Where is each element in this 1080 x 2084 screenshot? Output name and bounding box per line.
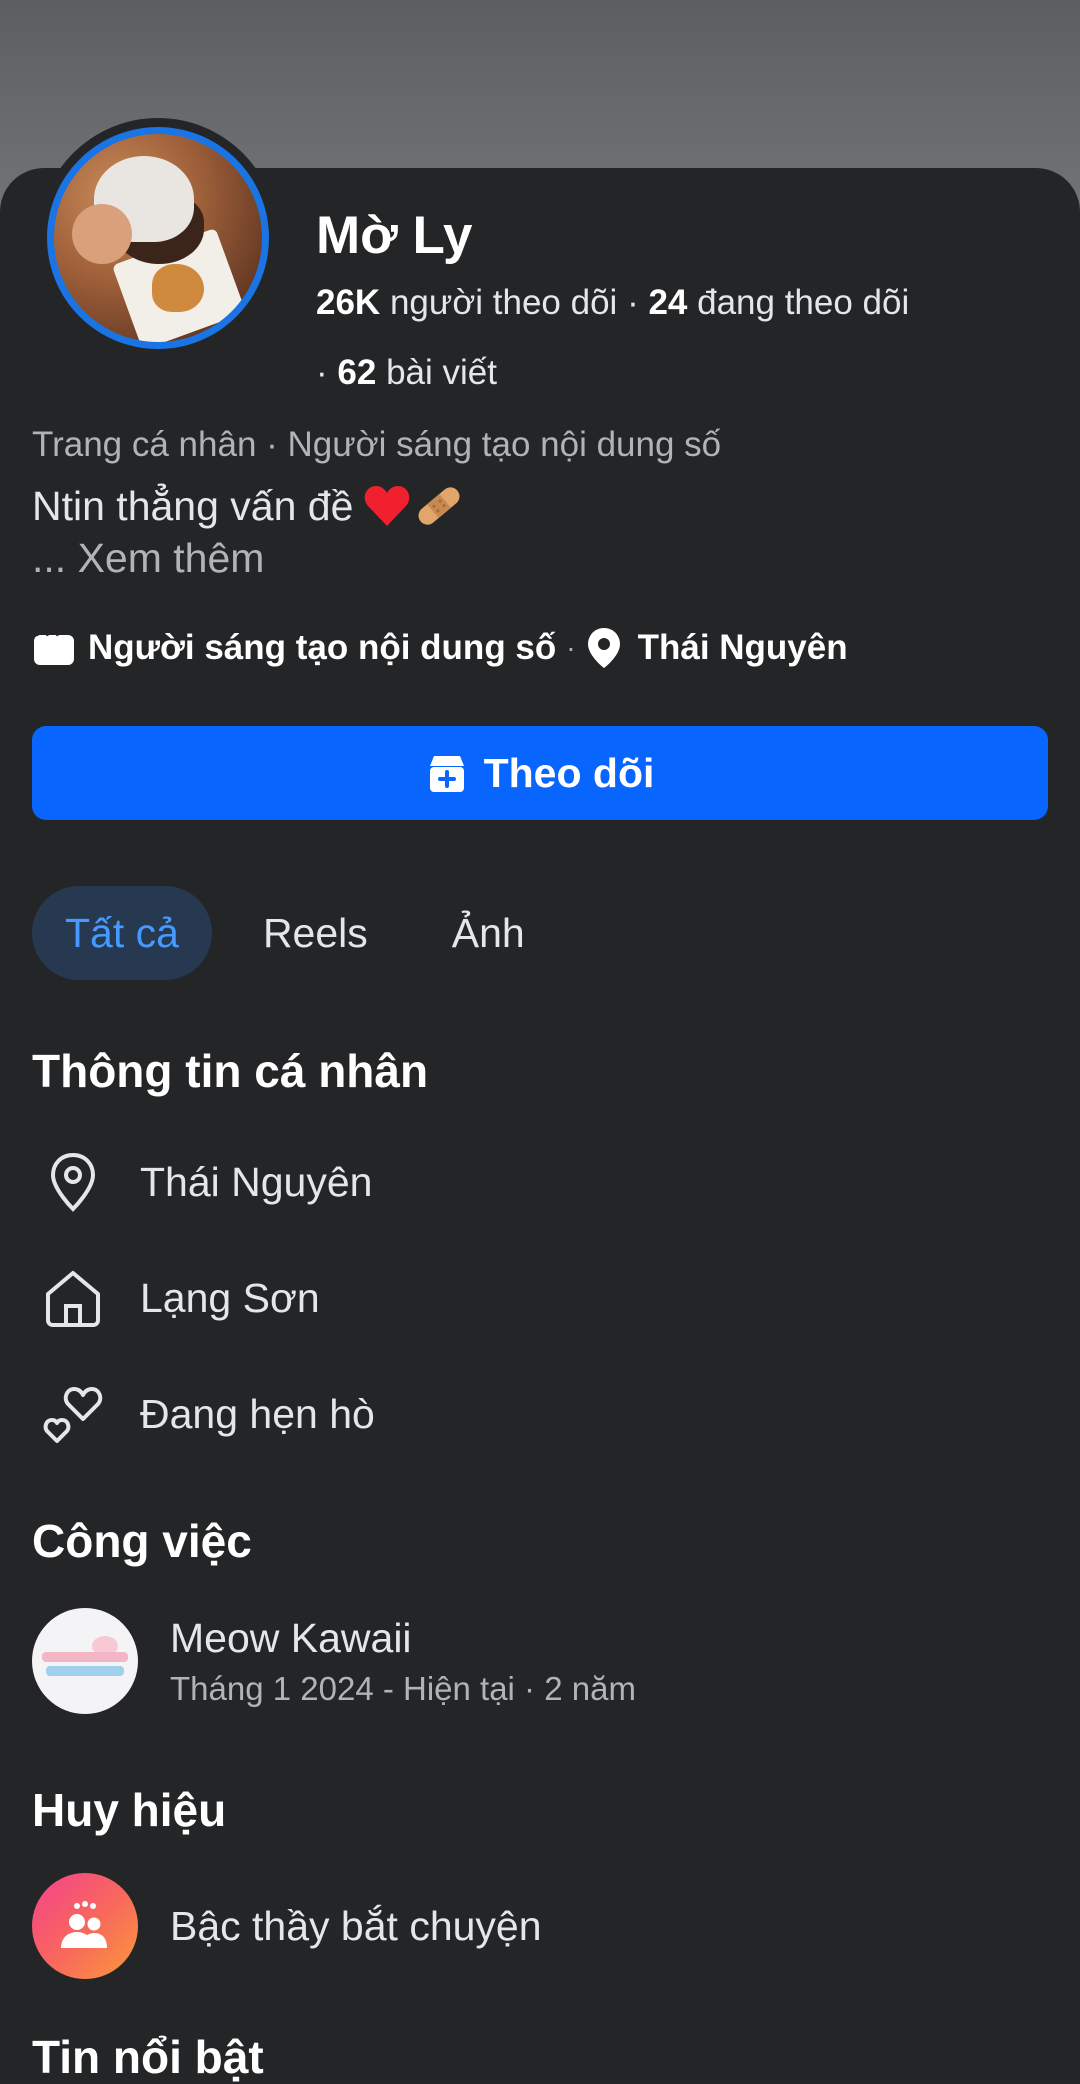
info-location-label: Thái Nguyên xyxy=(140,1158,373,1205)
profile-meta-row: Người sáng tạo nội dung số · Thái Nguyên xyxy=(32,620,848,676)
work-logo-stripe xyxy=(42,1652,128,1662)
work-company-name[interactable]: Meow Kawaii xyxy=(170,1615,636,1662)
profile-tabs: Tất cả Reels Ảnh xyxy=(32,886,576,980)
meta-location[interactable]: Thái Nguyên xyxy=(638,628,848,668)
location-pin-icon xyxy=(20,1151,126,1213)
profile-stats-line-1: 26K người theo dõi · 24 đang theo dõi xyxy=(316,283,909,323)
info-row-relationship[interactable]: Đang hẹn hò xyxy=(32,1374,375,1454)
avatar-photo-food xyxy=(152,264,204,312)
followers-label[interactable]: người theo dõi xyxy=(390,283,617,322)
bandage-emoji-icon xyxy=(413,482,465,530)
followers-count[interactable]: 26K xyxy=(316,283,380,322)
bio-text: Ntin thẳng vấn đề xyxy=(32,482,354,529)
personal-info-title: Thông tin cá nhân xyxy=(32,1045,429,1097)
follow-button[interactable]: Theo dõi xyxy=(32,726,1048,820)
work-section-title: Công việc xyxy=(32,1515,252,1567)
clapperboard-icon xyxy=(32,629,76,667)
avatar-container[interactable] xyxy=(38,118,278,358)
see-more-link[interactable]: ... Xem thêm xyxy=(32,535,264,582)
profile-stats-line-2: · 62 bài viết xyxy=(316,353,497,393)
avatar-photo-hand xyxy=(72,204,132,264)
meta-separator: · xyxy=(566,632,576,663)
tab-reels[interactable]: Reels xyxy=(230,886,401,980)
stats-separator: · xyxy=(316,353,338,392)
follow-page-icon xyxy=(426,752,468,794)
stats-separator: · xyxy=(627,283,649,322)
info-row-location[interactable]: Thái Nguyên xyxy=(32,1142,372,1222)
avatar[interactable] xyxy=(47,127,269,349)
work-period: Tháng 1 2024 - Hiện tại · 2 năm xyxy=(170,1669,636,1707)
tab-all[interactable]: Tất cả xyxy=(32,886,212,980)
follow-button-label: Theo dõi xyxy=(483,749,655,796)
work-item[interactable]: Meow Kawaii Tháng 1 2024 - Hiện tại · 2 … xyxy=(32,1608,636,1714)
location-pin-icon xyxy=(586,626,622,670)
home-icon xyxy=(20,1268,126,1328)
following-label[interactable]: đang theo dõi xyxy=(697,283,909,322)
hearts-icon xyxy=(20,1383,126,1445)
badges-section-title: Huy hiệu xyxy=(32,1784,227,1836)
profile-subtitle: Trang cá nhân · Người sáng tạo nội dung … xyxy=(32,425,722,464)
info-relationship-label: Đang hẹn hò xyxy=(140,1390,375,1437)
profile-bio: Ntin thẳng vấn đề xyxy=(32,482,465,530)
highlights-section-title: Tin nổi bật xyxy=(32,2031,264,2083)
info-row-hometown[interactable]: Lạng Sơn xyxy=(32,1258,320,1338)
posts-count: 62 xyxy=(337,353,377,392)
profile-name: Mờ Ly xyxy=(316,206,473,265)
work-text: Meow Kawaii Tháng 1 2024 - Hiện tại · 2 … xyxy=(170,1615,636,1708)
following-count[interactable]: 24 xyxy=(648,283,687,322)
meta-category: Người sáng tạo nội dung số xyxy=(88,628,557,667)
posts-label: bài viết xyxy=(386,353,497,392)
badge-label: Bậc thầy bắt chuyện xyxy=(170,1902,542,1949)
tab-photos[interactable]: Ảnh xyxy=(419,886,558,980)
heart-emoji-icon xyxy=(363,484,411,528)
community-people-icon xyxy=(32,1873,138,1979)
info-hometown-label: Lạng Sơn xyxy=(140,1274,320,1321)
badge-item[interactable]: Bậc thầy bắt chuyện xyxy=(32,1873,542,1979)
work-logo-stripe xyxy=(46,1666,124,1676)
work-logo xyxy=(32,1608,138,1714)
